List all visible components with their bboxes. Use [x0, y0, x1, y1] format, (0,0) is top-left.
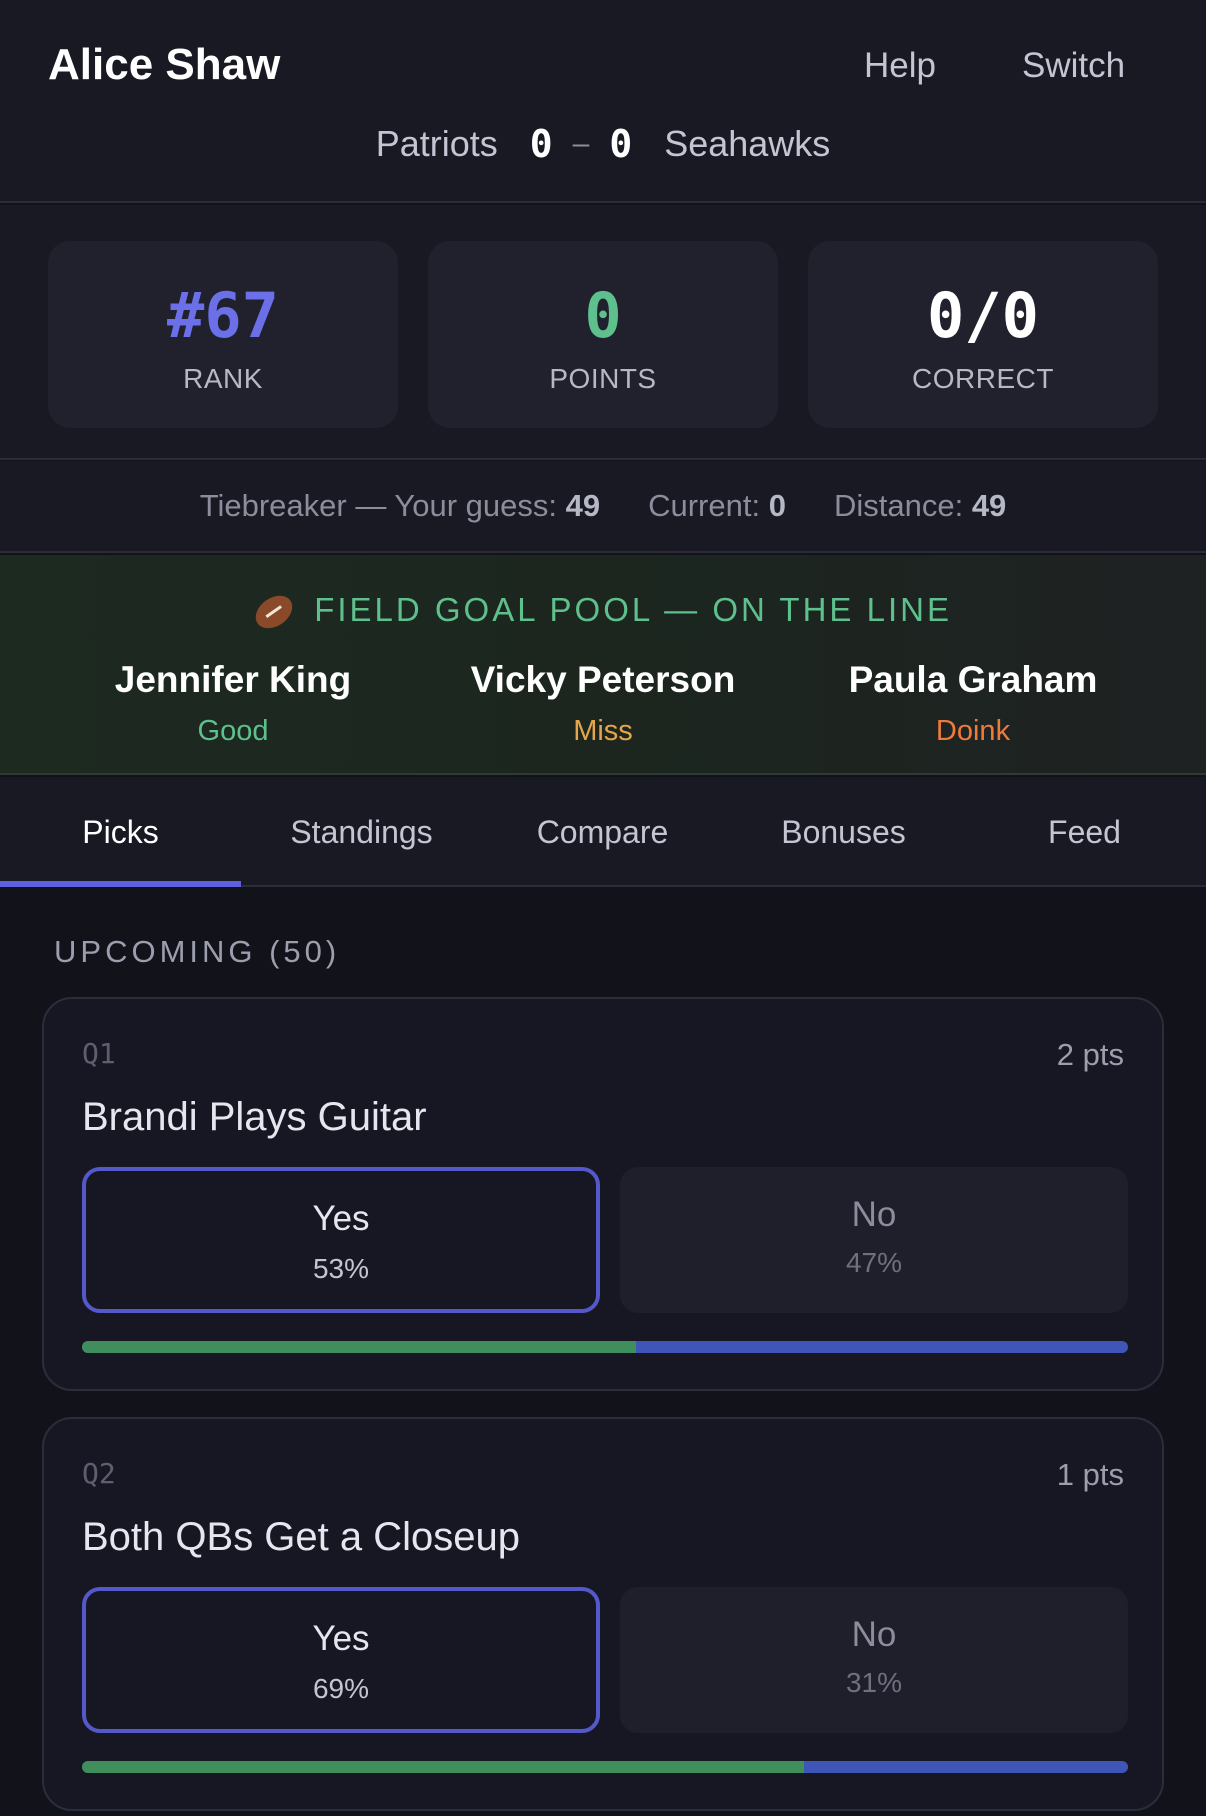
- correct-value: 0/0: [927, 279, 1039, 352]
- away-score: 0: [609, 122, 633, 166]
- switch-link[interactable]: Switch: [1022, 46, 1125, 86]
- option-label: Yes: [312, 1619, 370, 1658]
- fg-pick-name: Paula Graham: [848, 659, 1098, 700]
- fg-pick-name: Vicky Peterson: [470, 659, 736, 700]
- points-card: 0 POINTS: [428, 241, 778, 428]
- question-number: Q2: [82, 1457, 116, 1490]
- rank-card: #67 RANK: [48, 241, 398, 428]
- upcoming-section-title: UPCOMING (50): [54, 934, 341, 969]
- vote-split-bar: [82, 1341, 1128, 1353]
- points-label: POINTS: [549, 363, 657, 394]
- tiebreaker-guess-value: 49: [565, 488, 601, 523]
- option-percent: 53%: [312, 1253, 370, 1284]
- vote-split-bar: [82, 1761, 1128, 1773]
- tab-compare[interactable]: Compare: [482, 777, 723, 887]
- rank-value: #67: [167, 279, 279, 352]
- option-label: No: [851, 1195, 897, 1234]
- points-value: 0: [584, 279, 622, 352]
- correct-label: CORRECT: [912, 363, 1054, 394]
- correct-card: 0/0 CORRECT: [808, 241, 1158, 428]
- user-name: Alice Shaw: [48, 40, 281, 89]
- tiebreaker-guess-label: Tiebreaker — Your guess:: [199, 488, 557, 523]
- yes-option-button[interactable]: Yes 69%: [82, 1587, 600, 1733]
- tiebreaker-current-value: 0: [768, 488, 786, 523]
- score-separator: –: [572, 127, 590, 160]
- fg-pick-name: Jennifer King: [114, 659, 352, 700]
- yes-option-button[interactable]: Yes 53%: [82, 1167, 600, 1313]
- question-points: 2 pts: [1056, 1037, 1124, 1072]
- fg-pick-result: Doink: [935, 715, 1011, 747]
- fg-pick-1: Jennifer King Good: [53, 659, 413, 748]
- tiebreaker-bar: Tiebreaker — Your guess: 49 Current: 0 D…: [0, 461, 1206, 553]
- away-team: Seahawks: [664, 123, 831, 164]
- question-number: Q1: [82, 1037, 116, 1070]
- tab-bonuses[interactable]: Bonuses: [723, 777, 964, 887]
- option-percent: 69%: [312, 1673, 370, 1704]
- tab-standings[interactable]: Standings: [241, 777, 482, 887]
- tab-feed[interactable]: Feed: [964, 777, 1205, 887]
- question-points: 1 pts: [1056, 1457, 1124, 1492]
- question-card: Q1 2 pts Brandi Plays Guitar Yes 53% No …: [42, 997, 1164, 1391]
- help-link[interactable]: Help: [864, 46, 936, 86]
- rank-label: RANK: [183, 363, 263, 394]
- option-percent: 31%: [845, 1667, 903, 1698]
- question-text: Brandi Plays Guitar: [82, 1095, 427, 1139]
- field-goal-pool: FIELD GOAL POOL — ON THE LINE Jennifer K…: [0, 555, 1206, 775]
- fg-pick-result: Miss: [573, 715, 633, 747]
- yes-share-fill: [82, 1341, 637, 1353]
- tiebreaker-distance-label: Distance:: [833, 488, 964, 523]
- field-goal-pool-title: FIELD GOAL POOL — ON THE LINE: [0, 589, 1206, 636]
- option-percent: 47%: [845, 1247, 903, 1278]
- home-score: 0: [529, 122, 553, 166]
- no-option-button[interactable]: No 47%: [620, 1167, 1128, 1313]
- tiebreaker-current-label: Current:: [648, 488, 761, 523]
- stats-panel: #67 RANK 0 POINTS 0/0 CORRECT: [0, 205, 1206, 460]
- game-score: Patriots 0 – 0 Seahawks: [0, 122, 1206, 166]
- tiebreaker-guess: Tiebreaker — Your guess: 49: [200, 488, 600, 524]
- tab-picks[interactable]: Picks: [0, 777, 241, 887]
- home-team: Patriots: [375, 123, 498, 164]
- option-label: No: [851, 1615, 897, 1654]
- question-text: Both QBs Get a Closeup: [82, 1515, 521, 1559]
- fg-pick-result: Good: [197, 715, 269, 747]
- tab-bar: Picks Standings Compare Bonuses Feed: [0, 777, 1206, 887]
- no-option-button[interactable]: No 31%: [620, 1587, 1128, 1733]
- field-goal-pool-title-text: FIELD GOAL POOL — ON THE LINE: [314, 591, 952, 628]
- fg-pick-3: Paula Graham Doink: [793, 659, 1153, 748]
- tiebreaker-distance-value: 49: [971, 488, 1007, 523]
- football-icon: [249, 589, 299, 636]
- tiebreaker-distance: Distance: 49: [834, 488, 1006, 524]
- fg-pick-2: Vicky Peterson Miss: [423, 659, 783, 748]
- active-tab-indicator: [0, 881, 241, 887]
- header: Alice Shaw Help Switch Patriots 0 – 0 Se…: [0, 0, 1206, 203]
- option-label: Yes: [312, 1199, 370, 1238]
- yes-share-fill: [82, 1761, 804, 1773]
- tiebreaker-current: Current: 0: [648, 488, 786, 524]
- question-card: Q2 1 pts Both QBs Get a Closeup Yes 69% …: [42, 1417, 1164, 1811]
